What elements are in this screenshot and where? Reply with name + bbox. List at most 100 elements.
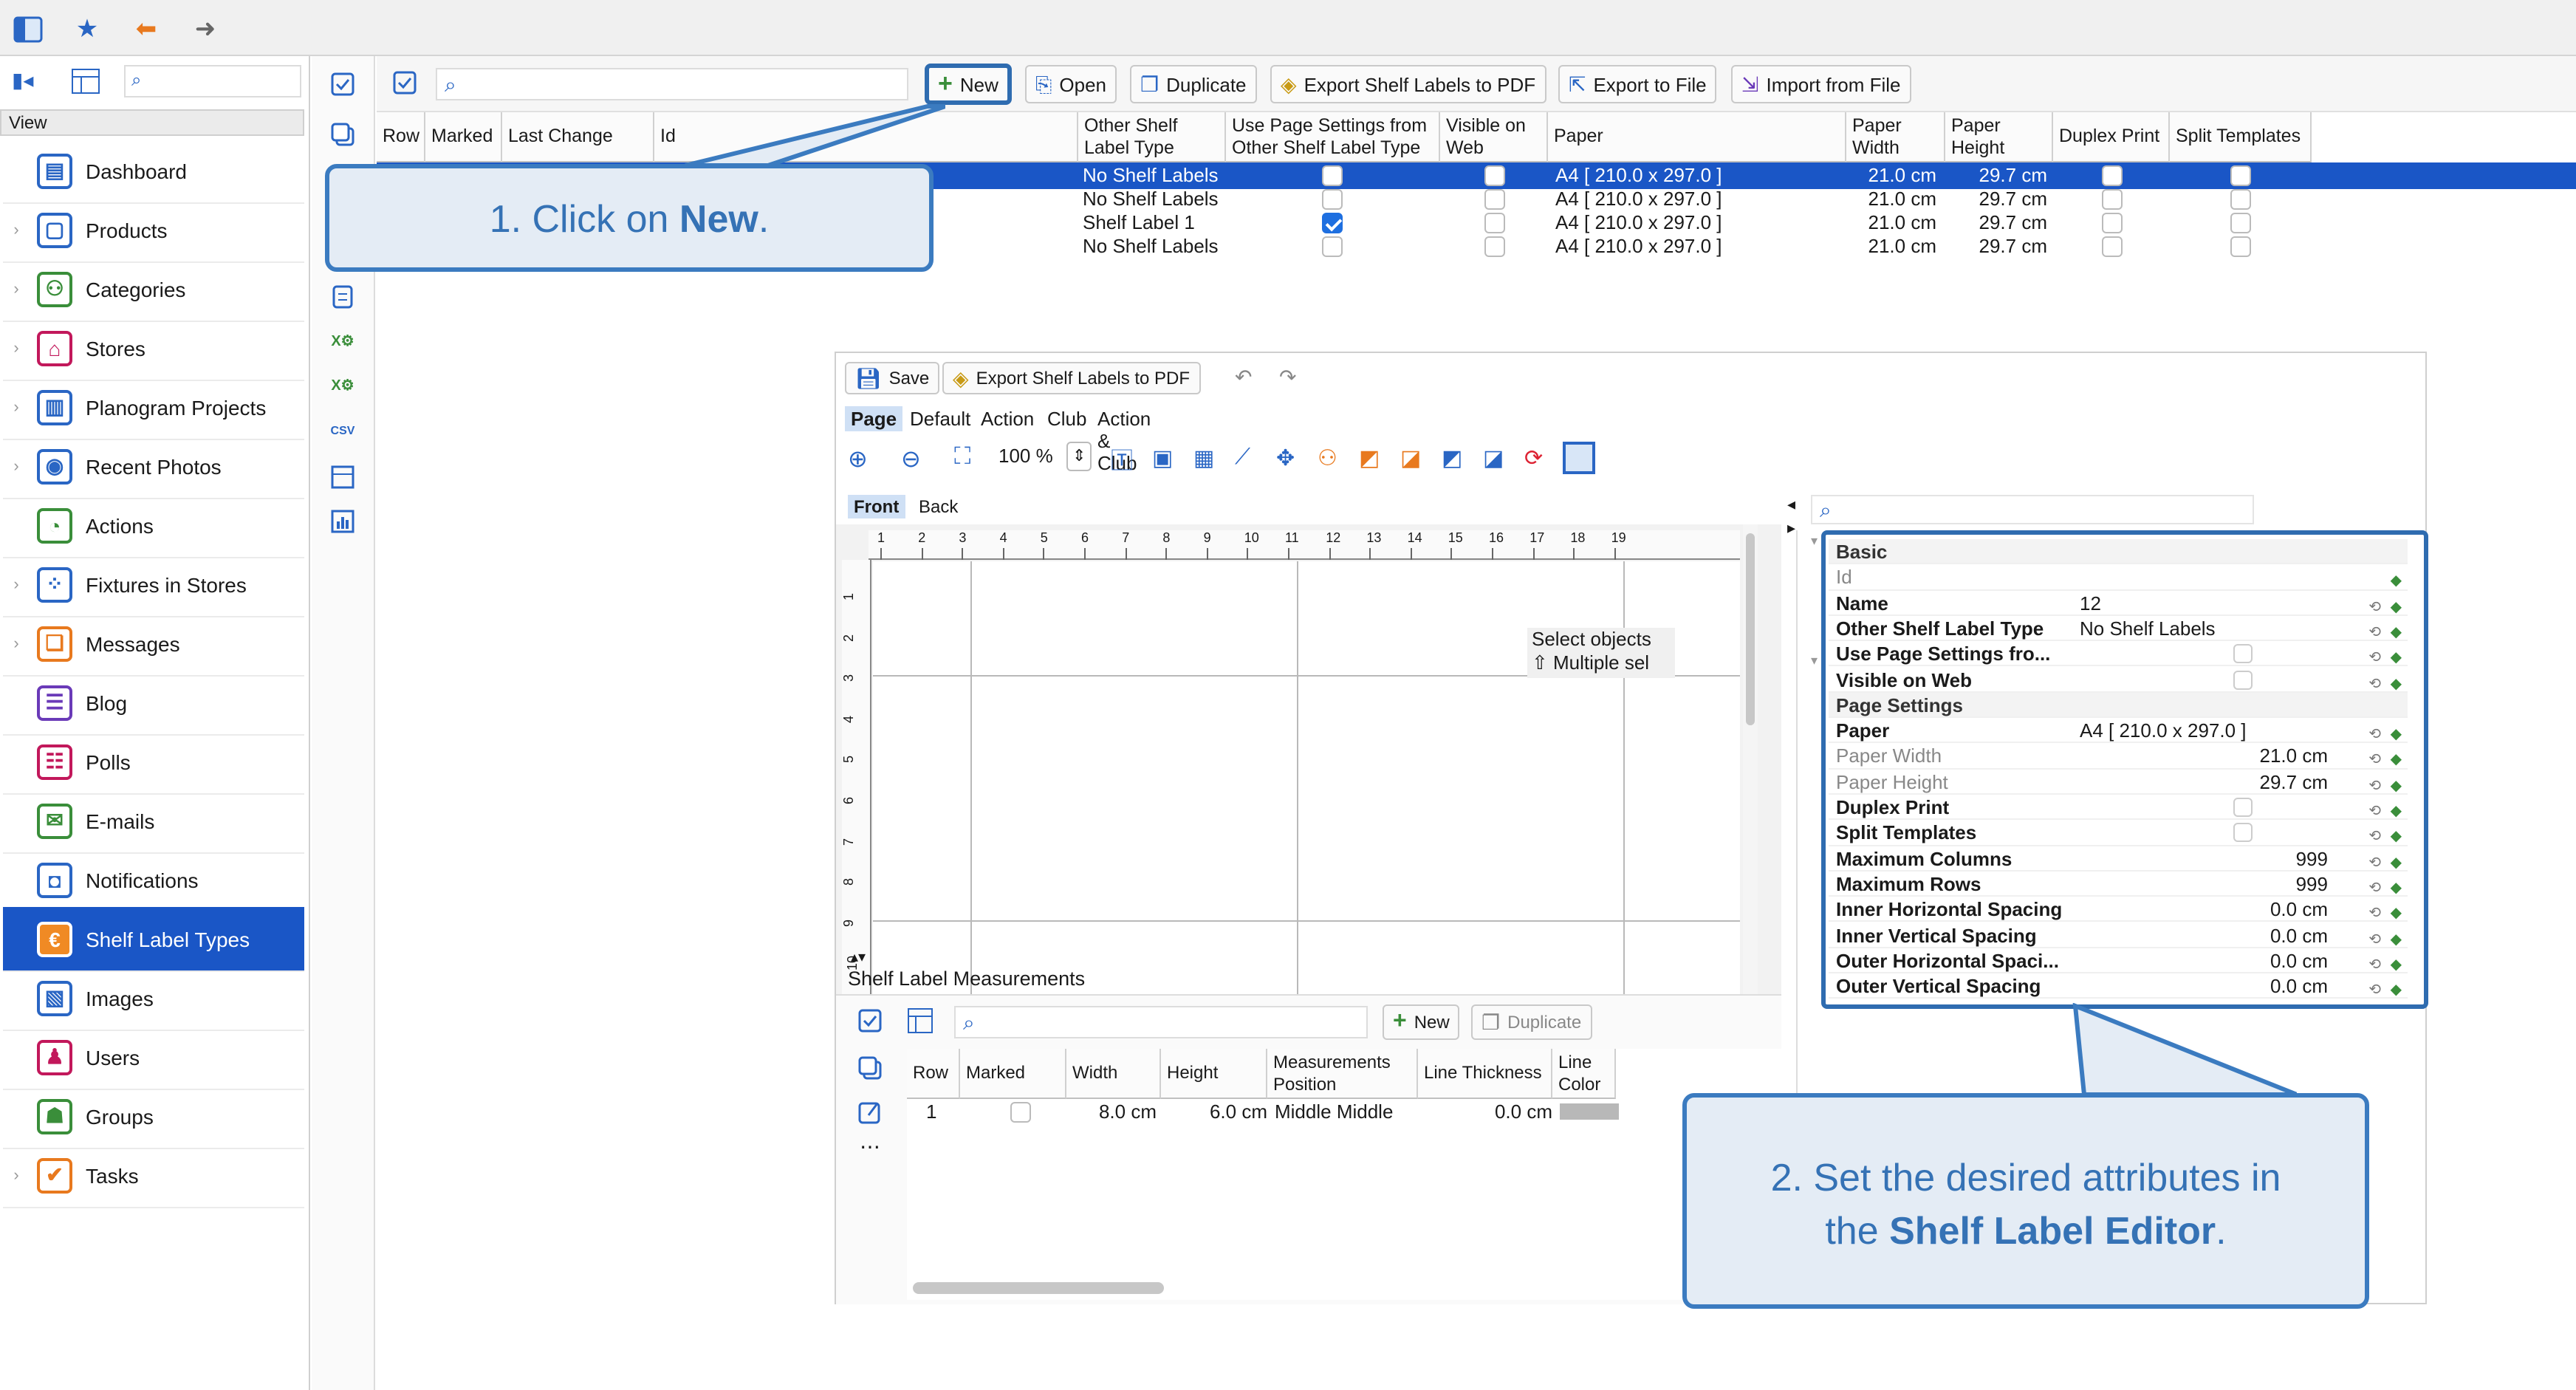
table-row[interactable]: 1 8.0 cm 6.0 cm Middle Middle 0.0 cm	[907, 1099, 1781, 1124]
sidebar-item-recent-photos[interactable]: › ◉ Recent Photos	[3, 434, 304, 499]
tab-action[interactable]: Action	[975, 406, 1040, 431]
split-templates-checkbox[interactable]	[2230, 189, 2251, 210]
collapse-left-icon[interactable]: ◂	[1787, 495, 1795, 514]
column-header[interactable]: Paper Height	[1945, 112, 2053, 162]
grid-toggle-icon[interactable]	[1563, 442, 1595, 474]
duplex-checkbox[interactable]	[2102, 236, 2123, 257]
copy-icon[interactable]	[857, 1055, 883, 1086]
visible-web-checkbox[interactable]	[1484, 189, 1505, 210]
collapse-arrows-icon[interactable]: ▴▾	[851, 950, 866, 966]
fit-icon[interactable]: ⛶	[954, 445, 970, 471]
chevron-right-icon[interactable]: ›	[3, 457, 30, 475]
sidebar-item-tasks[interactable]: › ✔ Tasks	[3, 1143, 304, 1208]
visible-web-checkbox[interactable]	[1484, 236, 1505, 257]
duplex-checkbox[interactable]	[2102, 165, 2123, 186]
calendar-tool-icon[interactable]: ▦	[1193, 445, 1214, 471]
editor-export-pdf-button[interactable]: ◈ Export Shelf Labels to PDF	[942, 362, 1201, 394]
csv-icon[interactable]: CSV	[326, 414, 359, 446]
save-button[interactable]: 💾︎ Save	[845, 362, 940, 394]
zoom-level[interactable]: 100 %	[998, 445, 1053, 467]
new-button[interactable]: + New	[925, 64, 1012, 105]
sidebar-item-shelf-label-types[interactable]: € Shelf Label Types	[3, 907, 304, 972]
star-icon[interactable]: ★	[71, 13, 103, 46]
column-header[interactable]: Paper Width	[1846, 112, 1945, 162]
sidebar-item-messages[interactable]: › ❏ Messages	[3, 612, 304, 677]
rotate-icon[interactable]: ⟳	[1524, 445, 1543, 471]
column-header[interactable]: Paper	[1548, 112, 1846, 162]
select-all-icon[interactable]	[857, 1007, 883, 1038]
measurements-search-input[interactable]: ⌕	[954, 1006, 1368, 1038]
m-column-header[interactable]: Line Color	[1552, 1049, 1616, 1099]
m-marked-checkbox[interactable]	[1010, 1102, 1031, 1123]
tab-default[interactable]: Default	[904, 406, 976, 431]
chevron-right-icon[interactable]: ›	[3, 398, 30, 416]
zoom-stepper[interactable]: ⇕	[1066, 442, 1092, 471]
sidebar-item-fixtures-in-stores[interactable]: › ⁘ Fixtures in Stores	[3, 552, 304, 617]
duplex-checkbox[interactable]	[2102, 189, 2123, 210]
sidebar-item-dashboard[interactable]: ▤ Dashboard	[3, 139, 304, 204]
open-button[interactable]: ⎘ Open	[1025, 65, 1117, 103]
send-back-icon[interactable]: ◪	[1400, 445, 1421, 471]
chevron-right-icon[interactable]: ›	[3, 1166, 30, 1184]
measurements-duplicate-button[interactable]: ❐ Duplicate	[1471, 1004, 1592, 1040]
chevron-right-icon[interactable]: ›	[3, 339, 30, 357]
zoom-out-icon[interactable]: ⊖	[901, 445, 921, 474]
m-column-header[interactable]: Height	[1161, 1049, 1267, 1099]
split-templates-checkbox[interactable]	[2230, 165, 2251, 186]
use-page-checkbox[interactable]	[1322, 236, 1343, 257]
edit-icon[interactable]	[857, 1099, 883, 1130]
sidebar-item-planogram-projects[interactable]: › ▥ Planogram Projects	[3, 375, 304, 440]
measurements-new-button[interactable]: + New	[1383, 1004, 1460, 1040]
sidebar-item-stores[interactable]: › ⌂ Stores	[3, 316, 304, 381]
excel-import-icon[interactable]: X⚙	[326, 325, 359, 357]
tab-front[interactable]: Front	[848, 495, 905, 518]
import-file-button[interactable]: ⇲ Import from File	[1731, 65, 1911, 103]
undo-icon[interactable]: ↶	[1235, 365, 1252, 390]
table-settings-icon[interactable]	[71, 68, 100, 95]
m-cell-color[interactable]	[1560, 1103, 1619, 1120]
excel-export-icon[interactable]: X⚙	[326, 369, 359, 402]
select-all-icon[interactable]	[391, 69, 418, 100]
use-page-checkbox[interactable]	[1322, 213, 1343, 233]
tab-back[interactable]: Back	[913, 495, 964, 518]
sidebar-toggle-icon[interactable]	[12, 13, 44, 46]
zoom-in-icon[interactable]: ⊕	[848, 445, 868, 474]
group-tool-icon[interactable]: ⚇	[1318, 445, 1337, 471]
tab-club[interactable]: Club	[1041, 406, 1093, 431]
image-tool-icon[interactable]: ▣	[1152, 445, 1173, 471]
sidebar-item-users[interactable]: ♟ Users	[3, 1025, 304, 1090]
split-templates-checkbox[interactable]	[2230, 236, 2251, 257]
chevron-right-icon[interactable]: ›	[3, 634, 30, 652]
sidebar-item-images[interactable]: ▧ Images	[3, 966, 304, 1031]
splitter[interactable]	[1796, 530, 1798, 1106]
column-header[interactable]: Duplex Print	[2053, 112, 2170, 162]
collapse-right-icon[interactable]: ▸	[1787, 518, 1795, 538]
collapse-icon[interactable]: ▮◂	[12, 68, 33, 93]
sidebar-item-categories[interactable]: › ⚇ Categories	[3, 257, 304, 322]
m-column-header[interactable]: Width	[1066, 1049, 1161, 1099]
m-hscroll[interactable]	[913, 1282, 1164, 1294]
export-file-button[interactable]: ⇱ Export to File	[1558, 65, 1717, 103]
use-page-checkbox[interactable]	[1322, 189, 1343, 210]
m-column-header[interactable]: Line Thickness	[1418, 1049, 1552, 1099]
column-header[interactable]: Other Shelf Label Type	[1078, 112, 1226, 162]
select-all-icon[interactable]	[326, 68, 359, 100]
sidebar-item-polls[interactable]: ☷ Polls	[3, 730, 304, 795]
duplex-checkbox[interactable]	[2102, 213, 2123, 233]
sidebar-item-notifications[interactable]: ◘ Notifications	[3, 848, 304, 913]
column-header[interactable]: Split Templates	[2170, 112, 2312, 162]
table-edit-icon[interactable]	[326, 461, 359, 493]
sidebar-item-blog[interactable]: ☰ Blog	[3, 671, 304, 736]
sidebar-item-e-mails[interactable]: ✉ E-mails	[3, 789, 304, 854]
column-header[interactable]: Row	[377, 112, 425, 162]
sidebar-item-actions[interactable]: ◔ Actions	[3, 493, 304, 558]
more-icon[interactable]: ⋯	[860, 1134, 880, 1160]
backward-icon[interactable]: ◪	[1483, 445, 1504, 471]
move-tool-icon[interactable]: ✥	[1276, 445, 1295, 471]
split-templates-checkbox[interactable]	[2230, 213, 2251, 233]
sidebar-search-input[interactable]: ⌕	[124, 65, 301, 97]
props-search-input[interactable]: ⌕	[1811, 495, 2254, 524]
table-settings-icon[interactable]	[907, 1007, 934, 1038]
m-column-header[interactable]: Measurements Position	[1267, 1049, 1418, 1099]
chevron-right-icon[interactable]: ›	[3, 575, 30, 593]
